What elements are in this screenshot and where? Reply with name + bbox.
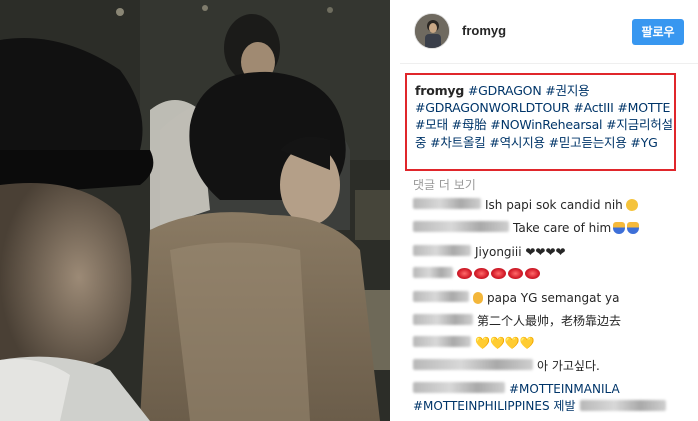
post-header: fromyg 팔로우 — [400, 0, 698, 64]
lips-emoji-icon — [457, 268, 472, 279]
comment-username[interactable]: imimpi — [413, 267, 453, 278]
comment-username[interactable]: gohkenbh — [413, 291, 469, 302]
grin-emoji-icon — [625, 199, 638, 211]
comment-item: carlarriola5449 Take care of him — [413, 220, 640, 236]
lips-emoji-icon — [508, 268, 523, 279]
caption-username[interactable]: fromyg — [415, 83, 464, 98]
avatar[interactable] — [414, 13, 450, 49]
post-photo — [0, 0, 390, 421]
blurred-mention[interactable] — [579, 400, 666, 411]
comment-item: gohkenbh papa YG semangat ya — [413, 290, 619, 306]
comment-text: 아 가고싶다. — [537, 359, 600, 373]
ok-hand-emoji-icon — [473, 292, 483, 304]
comment-item: fan_lineum 💛💛💛💛 — [413, 335, 535, 351]
yellow-heart-emoji-icon: 💛💛💛💛 — [475, 336, 535, 350]
comment-hashtag[interactable]: #MOTTEINPHILIPPINES 제발 — [413, 399, 576, 413]
comment-item: ajinbaeil Jiyongiii ❤❤❤❤ — [413, 244, 566, 260]
bow-emoji-icon — [613, 222, 626, 234]
post-username[interactable]: fromyg — [462, 23, 506, 38]
comment-text: Take care of him — [513, 221, 612, 235]
bow-emoji-icon — [627, 222, 640, 234]
lips-emoji-icon — [525, 268, 540, 279]
follow-button[interactable]: 팔로우 — [632, 19, 684, 45]
caption-highlight-box: fromyg #GDRAGON #권지용 #GDRAGONWORLDTOUR #… — [405, 73, 676, 171]
comment-username[interactable]: lucky0429 — [413, 314, 473, 325]
comment-text: Ish papi sok candid nih — [485, 198, 623, 212]
post-caption: fromyg #GDRAGON #권지용 #GDRAGONWORLDTOUR #… — [415, 82, 673, 151]
comment-item: sabana_iina Ish papi sok candid nih — [413, 197, 638, 213]
lips-emoji-icon — [474, 268, 489, 279]
comment-item: #MOTTEINPHILIPPINES 제발 — [413, 398, 670, 414]
comment-username[interactable]: banyangmayabox — [413, 382, 505, 393]
comment-text: Jiyongiii ❤❤❤❤ — [475, 245, 566, 259]
load-more-comments-link[interactable]: 댓글 더 보기 — [413, 176, 476, 193]
comment-item: imimpi — [413, 266, 542, 282]
comment-username[interactable]: fan_lineum — [413, 336, 471, 347]
comment-hashtag[interactable]: #MOTTEINMANILA — [509, 382, 620, 396]
comment-username[interactable]: mightyfinestbox — [413, 359, 533, 370]
avatar-image — [415, 14, 449, 48]
comment-text: 第二个人最帅，老杨靠边去 — [477, 314, 622, 328]
comment-username[interactable]: sabana_iina — [413, 198, 481, 209]
lips-emoji-icon — [491, 268, 506, 279]
comment-item: mightyfinestbox 아 가고싶다. — [413, 358, 600, 374]
photo-illustration — [0, 0, 390, 421]
comment-text: papa YG semangat ya — [487, 291, 620, 305]
comment-item: banyangmayabox #MOTTEINMANILA — [413, 381, 620, 397]
comment-item: lucky0429 第二个人最帅，老杨靠边去 — [413, 313, 621, 329]
comment-username[interactable]: ajinbaeil — [413, 245, 471, 256]
comment-username[interactable]: carlarriola5449 — [413, 221, 509, 232]
